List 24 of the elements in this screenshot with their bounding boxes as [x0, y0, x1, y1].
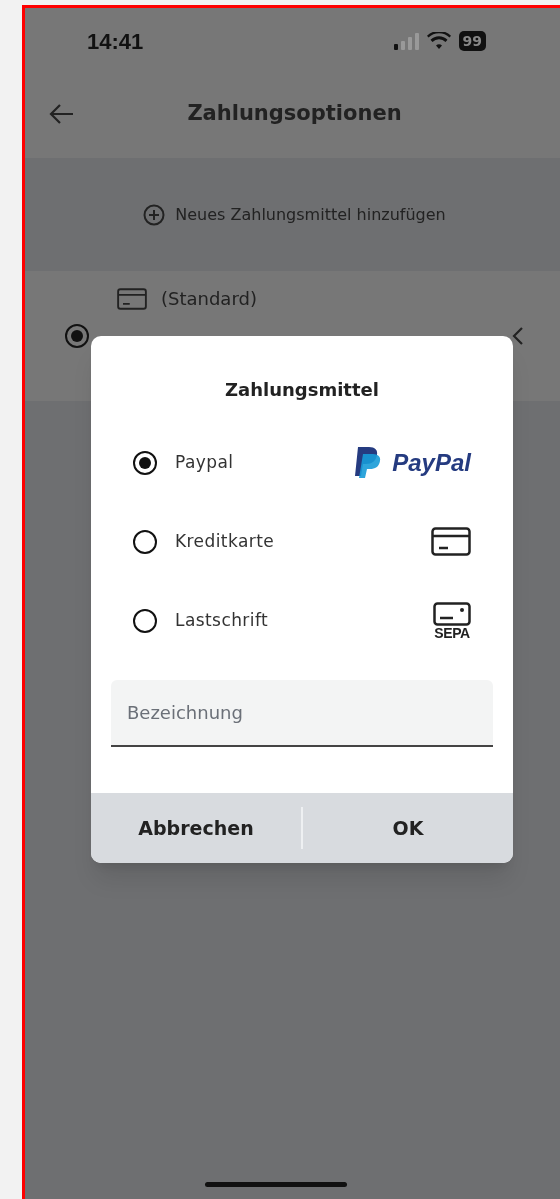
sepa-logo: SEPA [433, 601, 471, 640]
name-input-field[interactable]: Bezeichnung [111, 680, 493, 747]
radio-button[interactable] [65, 324, 89, 348]
option-label: Paypal [175, 450, 234, 474]
radio-button[interactable] [133, 450, 157, 475]
wifi-icon [426, 32, 451, 50]
ok-button[interactable]: OK [303, 793, 513, 863]
back-arrow-icon[interactable] [49, 103, 75, 125]
option-label: Kreditkarte [175, 529, 275, 553]
chevron-left-icon[interactable] [512, 326, 524, 346]
plus-circle-icon [143, 203, 166, 226]
paypal-logo: PayPal [354, 444, 471, 481]
radio-button[interactable] [133, 529, 157, 554]
page-title: Zahlungsoptionen [187, 100, 402, 128]
status-time: 14:41 [87, 27, 144, 56]
cancel-button[interactable]: Abbrechen [91, 793, 301, 863]
payment-method-label: (Standard) [161, 287, 257, 311]
dialog-title: Zahlungsmittel [224, 378, 380, 402]
signal-icon [392, 32, 419, 50]
credit-card-icon [431, 527, 471, 556]
credit-card-icon [117, 287, 147, 310]
radio-button[interactable] [133, 608, 157, 633]
battery-level: 99 [458, 31, 486, 51]
option-label: Lastschrift [175, 608, 269, 632]
